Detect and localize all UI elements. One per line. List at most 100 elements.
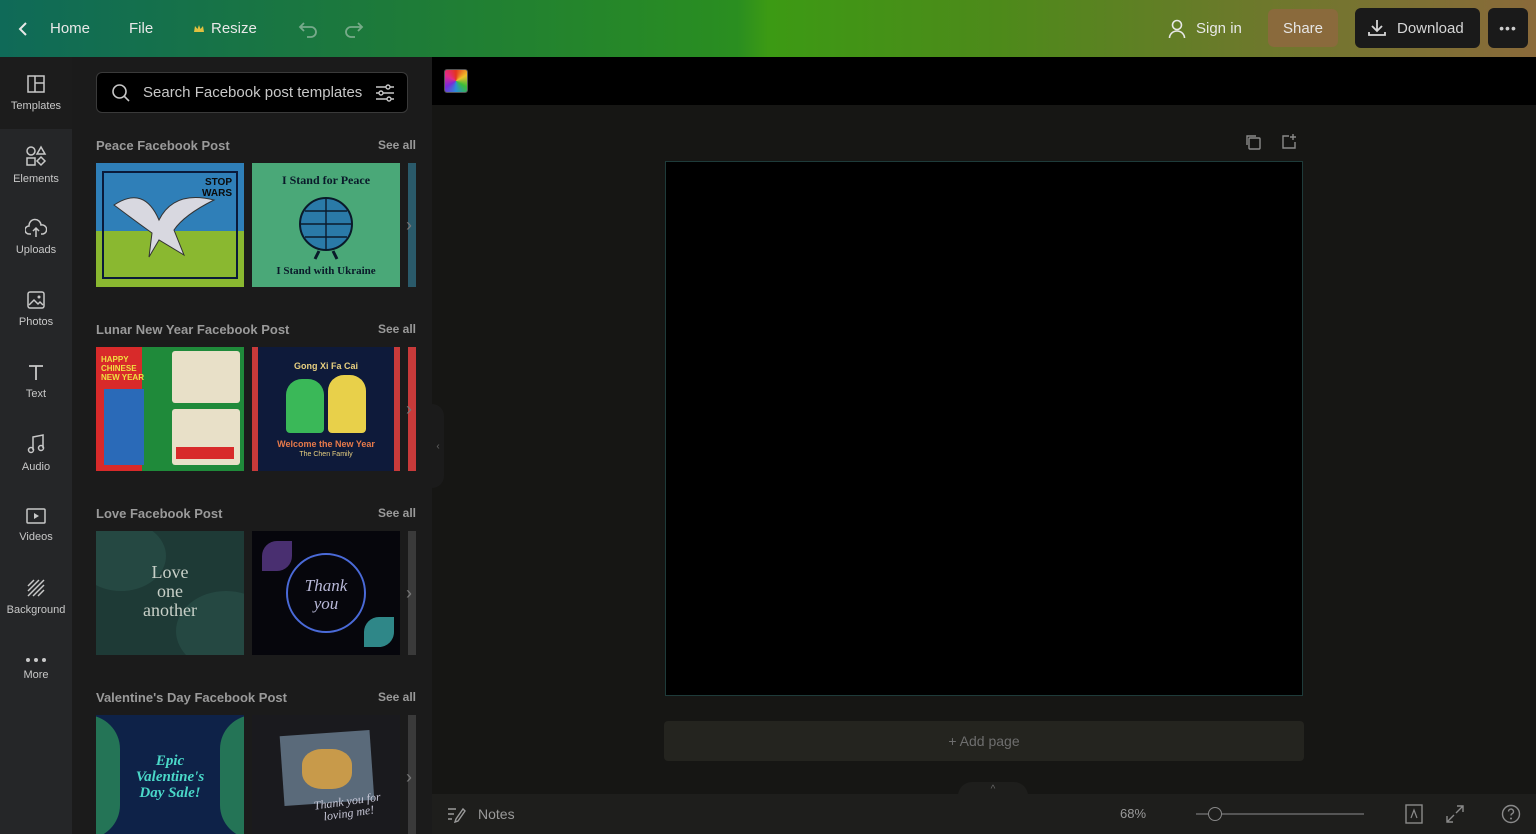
home-button[interactable]: Home <box>18 0 90 57</box>
rail-item-audio[interactable]: Audio <box>0 417 72 489</box>
template-thumbnail[interactable]: STOP WARS <box>96 163 244 287</box>
section-title: Peace Facebook Post <box>96 137 230 153</box>
help-icon[interactable] <box>1501 804 1521 824</box>
search-input[interactable] <box>143 84 363 101</box>
rail-item-elements[interactable]: Elements <box>0 129 72 201</box>
more-options-button[interactable]: ••• <box>1488 8 1528 48</box>
search-icon <box>112 83 130 102</box>
page-actions <box>1244 133 1298 151</box>
thumb-text: Day Sale! <box>139 785 201 801</box>
zoom-percentage[interactable]: 68% <box>1120 806 1146 821</box>
add-page-label: + Add page <box>948 733 1020 749</box>
template-search[interactable] <box>96 72 408 113</box>
rail-item-text[interactable]: Text <box>0 345 72 417</box>
more-icon <box>26 658 46 662</box>
upload-icon <box>25 218 47 237</box>
top-bar: Home File Resize Sign in Share Download … <box>0 0 1536 57</box>
undo-button[interactable] <box>297 0 319 57</box>
thumb-text: NEW YEAR <box>101 373 144 382</box>
rail-item-photos[interactable]: Photos <box>0 273 72 345</box>
thumb-text: STOP <box>204 177 232 188</box>
undo-icon <box>298 21 317 38</box>
rail-label: Audio <box>21 461 51 473</box>
notes-label: Notes <box>478 806 515 822</box>
background-icon <box>27 579 45 597</box>
rail-item-more[interactable]: More <box>0 633 72 705</box>
elements-icon <box>26 145 47 167</box>
chevron-right-icon[interactable]: › <box>406 583 412 604</box>
left-rail: Templates Elements Uploads Photos Text A… <box>0 57 72 834</box>
filter-icon[interactable] <box>375 84 395 102</box>
text-icon <box>29 365 43 380</box>
ellipsis-icon: ••• <box>1499 20 1517 36</box>
rail-label: Background <box>6 604 66 616</box>
thumb-text: I Stand with Ukraine <box>276 265 376 277</box>
add-page-icon[interactable] <box>1280 133 1298 151</box>
context-toolbar <box>432 57 1536 105</box>
file-menu-button[interactable]: File <box>129 0 153 57</box>
thumb-text: CHINESE <box>101 364 137 373</box>
see-all-link[interactable]: See all <box>378 322 416 336</box>
thumb-text: Thank <box>304 576 348 595</box>
thumb-text: I Stand for Peace <box>281 173 371 187</box>
share-button[interactable]: Share <box>1268 9 1338 47</box>
chevron-right-icon[interactable]: › <box>406 767 412 788</box>
template-thumbnail[interactable]: Epic Valentine's Day Sale! <box>96 715 244 834</box>
template-thumbnail[interactable]: Love one another <box>96 531 244 655</box>
template-thumbnail[interactable]: HAPPY CHINESE NEW YEAR <box>96 347 244 471</box>
rail-item-templates[interactable]: Templates <box>0 57 72 129</box>
chevron-right-icon[interactable]: › <box>406 399 412 420</box>
template-thumbnail[interactable]: Thank you <box>252 531 400 655</box>
collapse-panel-button[interactable]: ‹ <box>432 404 444 488</box>
page-view-icon[interactable] <box>1403 804 1425 824</box>
thumb-text: another <box>143 600 197 620</box>
thumb-text: HAPPY <box>101 355 129 364</box>
template-thumbnail[interactable]: I Stand for Peace I Stand with Ukraine <box>252 163 400 287</box>
rail-label: More <box>23 669 49 681</box>
duplicate-page-icon[interactable] <box>1244 133 1262 151</box>
rail-label: Text <box>25 388 47 400</box>
chevron-left-icon: ‹ <box>436 440 440 452</box>
template-thumbnail[interactable]: Thank you for loving me! <box>252 715 400 834</box>
download-icon <box>1368 20 1386 36</box>
thumb-text: Epic <box>155 753 185 769</box>
fullscreen-icon[interactable] <box>1445 804 1465 824</box>
see-all-link[interactable]: See all <box>378 138 416 152</box>
download-button[interactable]: Download <box>1355 8 1480 48</box>
notes-button[interactable]: Notes <box>446 794 515 834</box>
add-page-button[interactable]: + Add page <box>664 721 1304 761</box>
thumb-text: The Chen Family <box>299 451 353 458</box>
zoom-slider-handle[interactable] <box>1208 807 1222 821</box>
bottom-bar: Notes 68% <box>432 794 1536 834</box>
globe-illustration <box>299 197 353 260</box>
rail-label: Uploads <box>15 244 57 256</box>
home-label: Home <box>50 20 91 37</box>
redo-button[interactable] <box>343 0 365 57</box>
see-all-link[interactable]: See all <box>378 506 416 520</box>
chevron-right-icon[interactable]: › <box>406 215 412 236</box>
design-page[interactable] <box>665 161 1303 696</box>
resize-button[interactable]: Resize <box>193 0 257 57</box>
template-section-peace: Peace Facebook Post See all STOP WARS I … <box>96 136 416 287</box>
background-color-swatch[interactable] <box>444 69 468 93</box>
thumb-text: you <box>313 594 339 613</box>
rail-label: Elements <box>13 173 59 185</box>
thumb-text: Welcome the New Year <box>277 439 375 449</box>
sign-in-button[interactable]: Sign in <box>1168 0 1242 57</box>
thumb-text: Valentine's <box>135 769 205 785</box>
template-section-valentines: Valentine's Day Facebook Post See all Ep… <box>96 688 416 834</box>
music-icon <box>27 434 45 454</box>
rail-item-background[interactable]: Background <box>0 561 72 633</box>
share-label: Share <box>1282 19 1324 37</box>
see-all-link[interactable]: See all <box>378 690 416 704</box>
template-thumbnail[interactable]: Gong Xi Fa Cai Welcome the New Year The … <box>252 347 400 471</box>
thumb-text: one <box>157 581 183 601</box>
download-label: Download <box>1397 19 1464 37</box>
sign-in-label: Sign in <box>1196 20 1242 37</box>
video-icon <box>26 508 46 524</box>
section-title: Lunar New Year Facebook Post <box>96 321 290 337</box>
rail-item-videos[interactable]: Videos <box>0 489 72 561</box>
rail-item-uploads[interactable]: Uploads <box>0 201 72 273</box>
file-label: File <box>129 20 154 37</box>
thumb-text: WARS <box>202 188 232 199</box>
